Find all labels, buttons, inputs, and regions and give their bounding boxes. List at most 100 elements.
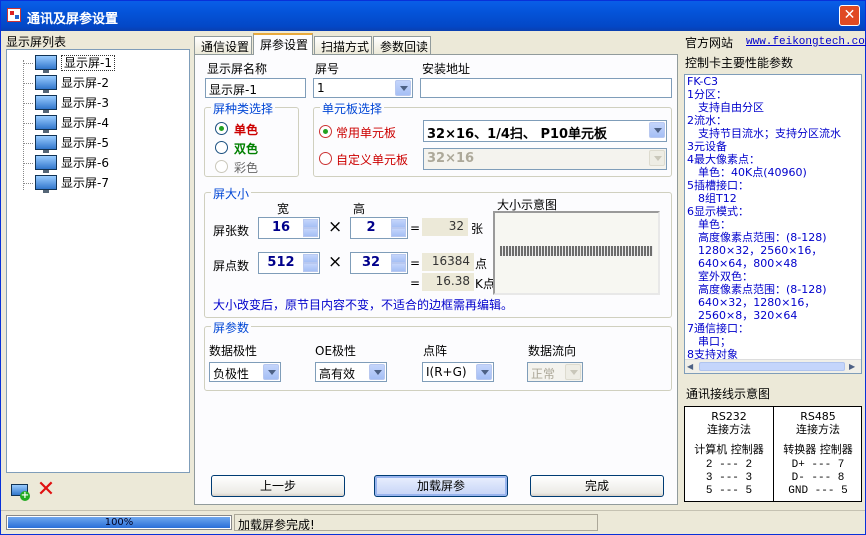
dots-width-spinner[interactable]: 512 <box>258 252 320 274</box>
dots-height-spinner[interactable]: 32 <box>350 252 408 274</box>
custom-board-radio[interactable] <box>319 152 332 165</box>
screen-dots-label: 屏点数 <box>213 259 250 273</box>
monitor-icon <box>35 135 57 153</box>
finish-button[interactable]: 完成 <box>530 475 664 497</box>
common-board-select[interactable]: 32×16、1/4扫、 P10单元板 <box>423 120 667 142</box>
spin-up-icon[interactable] <box>391 254 406 263</box>
tree-item-screen[interactable]: 显示屏-2 <box>24 74 109 93</box>
color-radio[interactable] <box>215 160 228 173</box>
screen-number-select[interactable]: 1 <box>313 78 413 98</box>
oe-polarity-value: 高有效 <box>319 367 356 381</box>
add-screen-icon[interactable]: + <box>10 481 30 501</box>
chevron-down-icon[interactable] <box>565 364 581 380</box>
close-button[interactable]: ✕ <box>839 5 860 26</box>
monitor-icon <box>35 175 57 193</box>
custom-board-select[interactable]: 32×16 <box>423 148 667 170</box>
dot-matrix-select[interactable]: I(R+G) <box>422 362 494 382</box>
dual-radio[interactable] <box>215 141 228 154</box>
perf-info-box[interactable]: FK-C3 1分区： 支持自由分区 2流水： 支持节目流水；支持分区流水 3元设备 4最… <box>684 74 862 374</box>
spin-up-icon[interactable] <box>303 254 318 263</box>
chevron-down-icon[interactable] <box>649 150 665 166</box>
perf-line: 2流水： <box>687 114 727 127</box>
prev-button[interactable]: 上一步 <box>211 475 345 497</box>
polarity-label: 数据极性 <box>209 344 258 358</box>
chevron-down-icon[interactable] <box>395 80 411 96</box>
screen-number-value: 1 <box>317 81 325 95</box>
tree-item-screen[interactable]: 显示屏-6 <box>24 154 109 173</box>
common-board-value: 32×16、1/4扫、 P10单元板 <box>427 127 608 142</box>
tree-item-screen[interactable]: 显示屏-3 <box>24 94 109 113</box>
count-height-spinner[interactable]: 2 <box>350 217 408 239</box>
unit-board-group: 单元板选择 常用单元板 32×16、1/4扫、 P10单元板 自定义单元板 32… <box>313 100 672 177</box>
dot-matrix-label: 点阵 <box>423 344 448 358</box>
perf-line: 1280×32，2560×16， <box>687 244 823 257</box>
title-bar[interactable]: 通讯及屏参设置 ✕ <box>1 1 865 31</box>
mono-radio[interactable] <box>215 122 228 135</box>
oe-polarity-label: OE极性 <box>315 344 357 358</box>
perf-line: 支持节目流水；支持分区流水 <box>687 127 841 140</box>
spin-down-icon[interactable] <box>303 228 318 237</box>
app-icon <box>7 8 21 22</box>
perf-line: 支持自由分区 <box>687 101 764 114</box>
horizontal-scrollbar[interactable]: ◀ ▶ <box>685 359 861 373</box>
spin-down-icon[interactable] <box>391 263 406 272</box>
tree-item-screen[interactable]: 显示屏-5 <box>24 134 109 153</box>
spin-down-icon[interactable] <box>303 263 318 272</box>
official-site-link[interactable]: www.feikongtech.com <box>746 36 866 48</box>
rs232-block: RS232 连接方法 计算机 控制器 2 --- 2 3 --- 3 5 ---… <box>685 407 773 498</box>
scroll-left-icon[interactable]: ◀ <box>687 362 696 371</box>
screen-count-label: 屏张数 <box>213 224 250 238</box>
mono-label: 单色 <box>234 123 259 137</box>
tab-page-screen-params: 显示屏名称 显示屏-1 屏号 1 安装地址 屏种类选择 单色 双色 彩色 单元板… <box>194 54 678 505</box>
tree-item-label: 显示屏-5 <box>61 136 109 150</box>
spin-up-icon[interactable] <box>303 219 318 228</box>
tree-connector <box>24 143 33 144</box>
equals-sign: = <box>410 256 421 270</box>
tree-item-screen[interactable]: 显示屏-4 <box>24 114 109 133</box>
perf-line: 8组T12 <box>687 192 737 205</box>
rs485-row: GND --- 5 <box>788 485 848 497</box>
tree-item-screen[interactable]: 显示屏-7 <box>24 174 109 193</box>
window-title: 通讯及屏参设置 <box>27 12 119 27</box>
install-address-input[interactable] <box>420 78 672 98</box>
tab-3[interactable]: 参数回读 <box>373 36 431 54</box>
screen-name-input[interactable]: 显示屏-1 <box>205 78 306 98</box>
chevron-down-icon[interactable] <box>263 364 279 380</box>
spin-up-icon[interactable] <box>391 219 406 228</box>
spin-down-icon[interactable] <box>391 228 406 237</box>
scrollbar-thumb[interactable] <box>699 362 845 371</box>
polarity-select[interactable]: 负极性 <box>209 362 281 382</box>
load-params-button[interactable]: 加载屏参 <box>374 475 508 497</box>
size-preview <box>493 211 660 295</box>
rs232-title: RS232 <box>711 410 747 423</box>
tab-0[interactable]: 通信设置 <box>194 36 252 54</box>
perf-line: 高度像素点范围：(8-128) <box>687 283 827 296</box>
perf-line: 7通信接口： <box>687 322 749 335</box>
chevron-down-icon[interactable] <box>649 122 665 138</box>
wiring-diagram: RS232 连接方法 计算机 控制器 2 --- 2 3 --- 3 5 ---… <box>684 406 862 502</box>
scroll-right-icon[interactable]: ▶ <box>849 362 858 371</box>
common-board-radio[interactable] <box>319 125 332 138</box>
tree-item-label: 显示屏-3 <box>61 96 109 110</box>
perf-line: 640×32，1280×16， <box>687 296 816 309</box>
oe-polarity-select[interactable]: 高有效 <box>315 362 387 382</box>
data-flow-select[interactable]: 正常 <box>527 362 583 382</box>
tree-item-label: 显示屏-2 <box>61 76 109 90</box>
count-width-spinner[interactable]: 16 <box>258 217 320 239</box>
perf-line: FK-C3 <box>687 75 719 88</box>
monitor-icon <box>35 115 57 133</box>
equals-sign: = <box>410 276 421 290</box>
tree-connector <box>24 183 33 184</box>
wiring-title: 通讯接线示意图 <box>686 387 771 401</box>
screen-tree[interactable]: 显示屏-1 显示屏-2 显示屏-3 显示屏-4 显示屏-5 显示屏-6 显示屏-7 <box>6 49 190 473</box>
polarity-value: 负极性 <box>213 367 250 381</box>
chevron-down-icon[interactable] <box>476 364 492 380</box>
tree-item-screen[interactable]: 显示屏-1 <box>24 54 115 73</box>
tab-2[interactable]: 扫描方式 <box>314 36 372 54</box>
tree-connector <box>24 123 33 124</box>
chevron-down-icon[interactable] <box>369 364 385 380</box>
perf-line: 串口； <box>687 335 731 348</box>
tab-1[interactable]: 屏参设置 <box>253 33 313 55</box>
delete-screen-icon[interactable]: ✕ <box>35 479 57 501</box>
perf-line: 单色： <box>687 218 731 231</box>
